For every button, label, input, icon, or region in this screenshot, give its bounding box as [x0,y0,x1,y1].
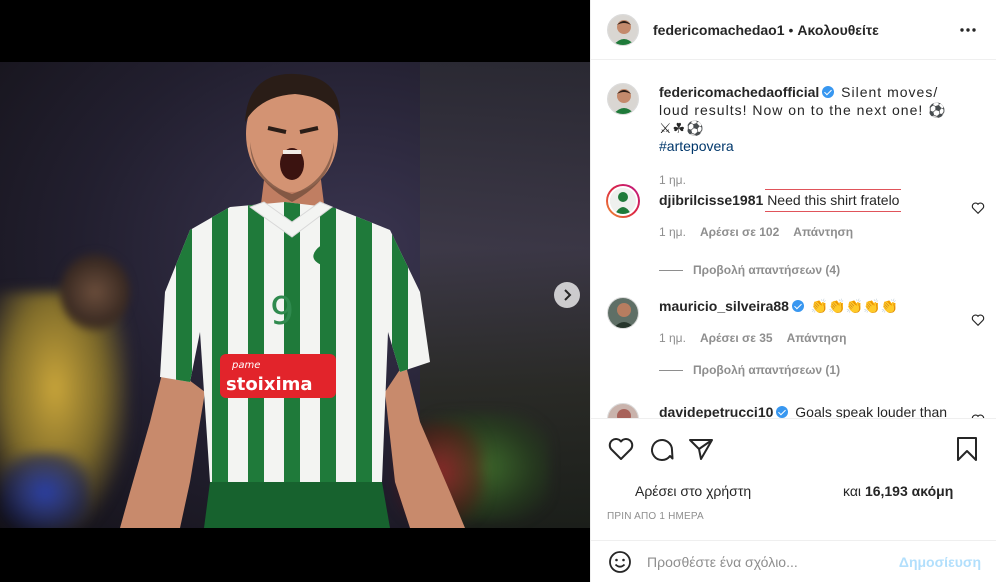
like-button[interactable] [607,435,635,463]
share-button[interactable] [687,435,715,463]
view-replies-label: Προβολή απαντήσεων (4) [693,263,841,277]
more-options-button[interactable] [956,18,980,42]
comment-button[interactable] [647,435,675,463]
comment-avatar[interactable] [607,297,639,329]
avatar-image [608,84,638,114]
comment-meta: 1 ημ. Αρέσει σε 102 Απάντηση [659,223,959,241]
comment-bubble-icon [651,439,674,461]
comment-body: davidepetrucci10 Goals speak louder than [659,403,959,418]
comment-time[interactable]: 1 ημ. [659,329,686,347]
paper-plane-icon [689,439,713,460]
action-bar [607,435,981,463]
replies-divider [659,269,683,271]
comments-list[interactable]: federicomachedaofficial Silent moves/ lo… [591,61,996,418]
post-actions-section: Αρέσει στο χρήστη και 16,193 ακόμη ΠΡΙΝ … [591,418,996,530]
caption-avatar[interactable] [607,83,639,115]
view-replies-button[interactable]: Προβολή απαντήσεων (4) [659,263,840,277]
avatar-image [610,188,636,214]
hashtag-link[interactable]: #artepovera [659,138,734,154]
likes-count-link[interactable]: και 16,193 ακόμη [843,483,953,499]
comment-username-link[interactable]: djibrilcisse1981 [659,192,763,208]
media-pane: 9 pame stoixima [0,0,590,582]
comment-body: mauricio_silveira88 👏👏👏👏👏 1 ημ. Αρέσει σ… [659,297,959,347]
post-photo[interactable]: 9 pame stoixima [0,62,590,528]
comment-avatar[interactable] [607,403,639,418]
comment-item: mauricio_silveira88 👏👏👏👏👏 1 ημ. Αρέσει σ… [607,297,987,387]
more-label: ακόμη [911,483,954,499]
comment-like-button[interactable] [971,201,985,215]
comment-like-button[interactable] [971,313,985,327]
comment-text: Need this shirt fratelo [767,192,900,208]
more-horizontal-icon [960,27,976,32]
author-avatar[interactable] [607,13,639,46]
jersey-number: 9 [270,289,294,333]
verified-badge-icon [776,406,789,418]
caption-username-link[interactable]: federicomachedaofficial [659,84,819,100]
comment-text: Goals speak louder than [795,404,948,418]
instagram-post-modal: 9 pame stoixima federicomachedao1 • Ακολ… [0,0,996,582]
comment-username-link[interactable]: mauricio_silveira88 [659,298,789,314]
reply-button[interactable]: Απάντηση [793,223,853,241]
post-header: federicomachedao1 • Ακολουθείτε [591,0,996,60]
avatar-image [608,404,638,418]
sponsor-top-text: pame [231,360,260,371]
caption-body: federicomachedaofficial Silent moves/ lo… [659,83,959,189]
emoji-smiley-icon [609,550,631,573]
comment-likes[interactable]: Αρέσει σε 102 [700,223,779,241]
verified-badge-icon [822,86,835,98]
and-label: και [843,483,862,499]
comment-time[interactable]: 1 ημ. [659,223,686,241]
sponsor-main-text: stoixima [226,374,313,395]
heart-icon [971,314,985,327]
author-username-link[interactable]: federicomachedao1 [653,22,785,38]
chevron-right-icon [564,289,572,301]
comment-likes[interactable]: Αρέσει σε 35 [700,329,773,347]
next-image-button[interactable] [554,282,580,308]
comment-item: djibrilcisse1981 Need this shirt fratelo… [606,184,987,277]
story-ring[interactable] [606,184,640,218]
reply-button[interactable]: Απάντηση [787,329,847,347]
comment-body: djibrilcisse1981 Need this shirt fratelo… [659,191,959,241]
replies-divider [659,369,683,371]
add-comment-form: Δημοσίευση [591,540,996,582]
comment-input[interactable] [647,553,899,570]
comment-meta: 1 ημ. Αρέσει σε 35 Απάντηση [659,329,959,347]
player-figure: 9 pame stoixima [120,73,465,528]
view-replies-label: Προβολή απαντήσεων (1) [693,363,841,377]
avatar-image [608,298,638,328]
post-timestamp[interactable]: ΠΡΙΝ ΑΠΟ 1 ΗΜΕΡΑ [607,511,704,522]
heart-icon [971,202,985,215]
save-button[interactable] [953,435,981,463]
background-player-shorts [0,452,90,528]
comment-item: davidepetrucci10 Goals speak louder than [607,403,987,418]
bookmark-icon [957,437,977,461]
post-comment-button[interactable]: Δημοσίευση [899,554,981,570]
liked-by-text[interactable]: Αρέσει στο χρήστη [635,483,751,499]
view-replies-button[interactable]: Προβολή απαντήσεων (1) [659,363,840,377]
likes-count-value: 16,193 [864,483,908,499]
post-side-panel: federicomachedao1 • Ακολουθείτε federico… [590,0,996,582]
avatar-image [608,14,638,45]
verified-badge-icon [791,300,804,312]
comment-text: 👏👏👏👏👏 [810,298,899,314]
heart-icon [608,438,634,460]
header-separator: • [788,21,794,38]
liked-by-label: Αρέσει στο χρήστη [635,483,752,499]
caption-item: federicomachedaofficial Silent moves/ lo… [607,83,987,187]
comment-avatar [608,186,638,216]
emoji-picker-button[interactable] [607,549,633,575]
comment-username-link[interactable]: davidepetrucci10 [659,404,773,418]
following-button[interactable]: Ακολουθείτε [797,22,878,38]
